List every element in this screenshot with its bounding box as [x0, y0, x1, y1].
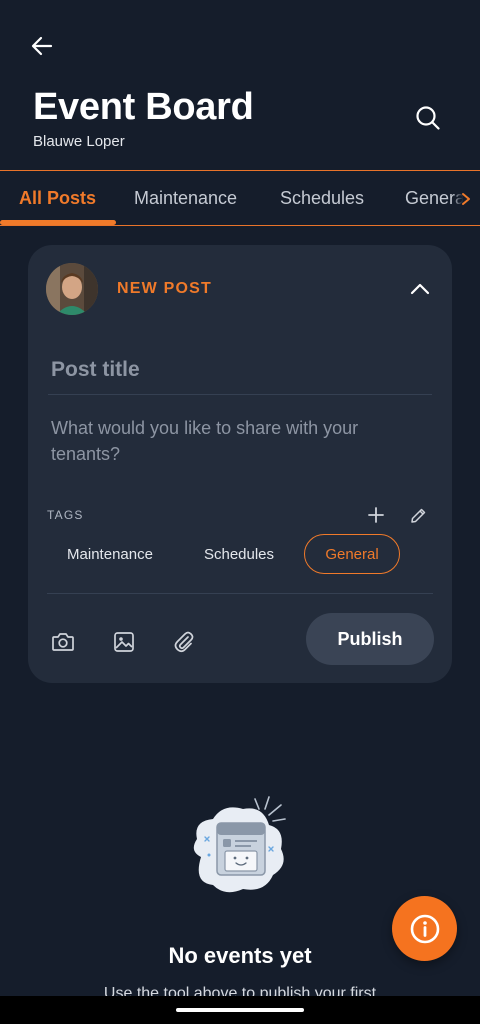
chevron-up-icon [410, 283, 430, 295]
tabs-scroll-right-button[interactable] [452, 171, 480, 225]
new-post-label: NEW POST [117, 280, 212, 297]
add-tag-button[interactable] [364, 503, 388, 527]
plus-icon [368, 507, 384, 523]
avatar [46, 263, 98, 315]
tags-label: TAGS [47, 508, 84, 522]
attachment-button[interactable] [168, 626, 200, 658]
divider [47, 593, 433, 594]
tab-all-posts[interactable]: All Posts [19, 171, 96, 225]
tag-maintenance[interactable]: Maintenance [50, 534, 170, 574]
image-button[interactable] [108, 626, 140, 658]
back-button[interactable] [26, 30, 58, 62]
arrow-left-icon [31, 36, 53, 56]
new-post-card: NEW POST TAGS Maintenance Schedules Gene… [28, 245, 452, 683]
search-button[interactable] [410, 100, 446, 136]
image-icon [114, 632, 134, 652]
home-indicator[interactable] [176, 1008, 304, 1012]
active-tab-indicator [0, 220, 116, 225]
tab-bar: All Posts Maintenance Schedules General [0, 170, 480, 226]
camera-icon [52, 633, 74, 651]
post-body-input[interactable] [48, 415, 432, 475]
publish-button[interactable]: Publish [306, 613, 434, 665]
tab-maintenance[interactable]: Maintenance [134, 171, 237, 225]
collapse-button[interactable] [406, 275, 434, 303]
post-title-input[interactable] [48, 345, 432, 395]
tab-schedules[interactable]: Schedules [280, 171, 364, 225]
info-icon [410, 914, 439, 943]
info-fab-button[interactable] [392, 896, 457, 961]
search-icon [416, 106, 440, 130]
tag-schedules[interactable]: Schedules [188, 534, 290, 574]
camera-button[interactable] [47, 626, 79, 658]
page-title: Event Board [33, 86, 254, 128]
page-subtitle: Blauwe Loper [33, 133, 125, 150]
chevron-right-icon [462, 192, 470, 205]
tag-general[interactable]: General [304, 534, 400, 574]
pencil-icon [410, 508, 425, 523]
paperclip-icon [174, 631, 194, 653]
empty-state-illustration [185, 795, 295, 895]
edit-tags-button[interactable] [406, 503, 430, 527]
